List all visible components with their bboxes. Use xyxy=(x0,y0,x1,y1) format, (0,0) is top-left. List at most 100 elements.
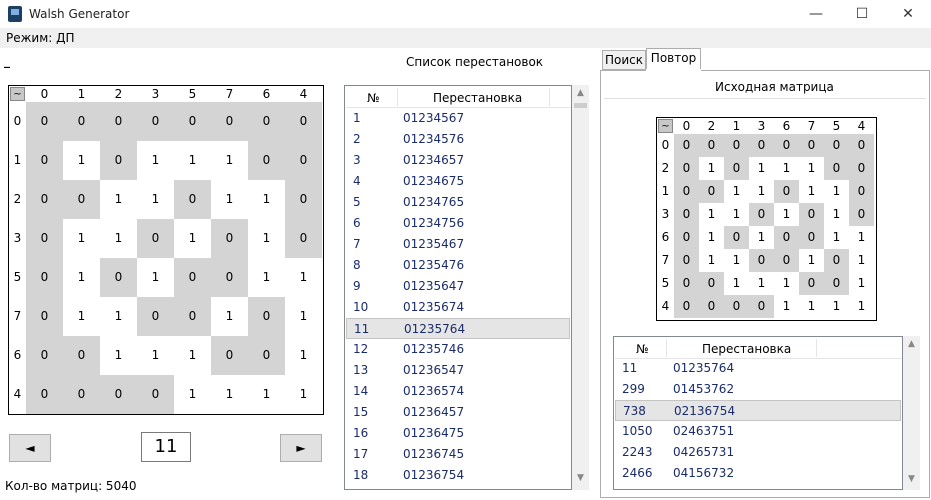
prev-button[interactable]: ◄ xyxy=(9,434,51,462)
list-item[interactable]: 16 01236475 xyxy=(346,423,570,444)
column-header: 2 xyxy=(699,118,724,134)
matrix-cell: 0 xyxy=(749,134,774,157)
list-item-number: 6 xyxy=(353,216,361,230)
list-item-number: 17 xyxy=(353,447,369,461)
matrix-cell: 1 xyxy=(724,203,749,226)
matrix-cell: 0 xyxy=(774,180,799,203)
column-header: 3 xyxy=(137,86,174,102)
matrix-cell: 1 xyxy=(749,272,774,295)
permutation-list[interactable]: № Перестановка 1 01234567 2 01234576 3 012346… xyxy=(344,85,572,490)
matrix-cell: 1 xyxy=(824,226,849,249)
row-header: 3 xyxy=(9,219,26,258)
column-header-permutation[interactable]: Перестановка xyxy=(702,342,791,356)
list-item[interactable]: 15 01236457 xyxy=(346,402,570,423)
matrix-cell: 1 xyxy=(137,141,174,180)
list-item-permutation: 01234657 xyxy=(403,153,465,167)
list-item-number: 12 xyxy=(353,342,369,356)
list-item[interactable]: 8 01235476 xyxy=(346,255,570,276)
scroll-up-icon[interactable]: ▲ xyxy=(903,339,920,349)
matrix-cell: 1 xyxy=(211,141,248,180)
list-item-number: 16 xyxy=(353,426,369,440)
row-header: 7 xyxy=(9,297,26,336)
list-item[interactable]: 1 01234567 xyxy=(346,108,570,129)
matrix-cell: 0 xyxy=(248,297,285,336)
list-item[interactable]: 738 02136754 xyxy=(615,400,901,421)
list-item[interactable]: 18 01236754 xyxy=(346,465,570,486)
list-item[interactable]: 6 01234756 xyxy=(346,213,570,234)
list-item[interactable]: 7 01235467 xyxy=(346,234,570,255)
source-matrix: ~0 2 1 3 6 7 5 4 0 2 1 3 6 7 5 4 0 0 0 0 0 0 0 0 0 1 0 1 1 1 0 0 0 0 1 1 0 1 1… xyxy=(656,117,877,321)
matrix-cell: 1 xyxy=(285,375,322,414)
list-item[interactable]: 4 01234675 xyxy=(346,171,570,192)
matrix-cell: 0 xyxy=(774,226,799,249)
matrix-cell: 0 xyxy=(26,375,63,414)
header-separator xyxy=(549,88,550,106)
list-item[interactable]: 13 01236547 xyxy=(346,360,570,381)
list-item[interactable]: 3 01234657 xyxy=(346,150,570,171)
list-item[interactable]: 11 01235764 xyxy=(615,358,901,379)
matrix-cell: 0 xyxy=(674,249,699,272)
matrix-cell: 1 xyxy=(174,336,211,375)
list-item-number: 2466 xyxy=(622,466,653,480)
repeat-list[interactable]: № Перестановка 11 01235764 299 01453762 738 0… xyxy=(613,336,903,490)
list-item-number: 7 xyxy=(353,237,361,251)
column-header-number[interactable]: № xyxy=(367,91,379,105)
status-indicator: _ xyxy=(4,54,10,68)
list-item[interactable]: 12 01235746 xyxy=(346,339,570,360)
column-header-permutation[interactable]: Перестановка xyxy=(433,91,522,105)
matrix-cell: 1 xyxy=(174,219,211,258)
matrix-cell: 1 xyxy=(849,295,874,318)
matrix-cell: 0 xyxy=(285,219,322,258)
matrix-cell: 0 xyxy=(285,141,322,180)
list-item[interactable]: 2 01234576 xyxy=(346,129,570,150)
matrix-cell: 0 xyxy=(849,134,874,157)
row-header: 3 xyxy=(657,203,674,226)
scroll-down-icon[interactable]: ▼ xyxy=(572,473,589,483)
matrix-cell: 0 xyxy=(285,180,322,219)
tab-repeat[interactable]: Повтор xyxy=(646,48,701,71)
column-header: 6 xyxy=(774,118,799,134)
minimize-button[interactable]: — xyxy=(793,0,839,28)
list-item-number: 10 xyxy=(353,300,369,314)
list-item[interactable]: 14 01236574 xyxy=(346,381,570,402)
list-item[interactable]: 17 01236745 xyxy=(346,444,570,465)
mode-menu[interactable]: Режим: ДП xyxy=(6,31,75,45)
row-header: 5 xyxy=(657,272,674,295)
scroll-down-icon[interactable]: ▼ xyxy=(903,474,920,484)
matrix-cell: 0 xyxy=(174,180,211,219)
matrix-cell: 1 xyxy=(749,180,774,203)
matrix-cell: 0 xyxy=(174,102,211,141)
row-header: 4 xyxy=(9,375,26,414)
repeat-list-scrollbar[interactable]: ▲ ▼ xyxy=(903,336,920,490)
matrix-cell: 1 xyxy=(724,272,749,295)
matrix-number-field[interactable]: 11 xyxy=(141,432,191,462)
list-item[interactable]: 9 01235647 xyxy=(346,276,570,297)
scroll-up-icon[interactable]: ▲ xyxy=(572,88,589,98)
list-item[interactable]: 10 01235674 xyxy=(346,297,570,318)
matrix-cell: 1 xyxy=(849,226,874,249)
list-item[interactable]: 11 01235764 xyxy=(346,318,570,339)
column-header: 5 xyxy=(824,118,849,134)
list-item-number: 15 xyxy=(353,405,369,419)
list-item[interactable]: 299 01453762 xyxy=(615,379,901,400)
maximize-button[interactable]: ☐ xyxy=(839,0,885,28)
matrix-cell: 1 xyxy=(248,375,285,414)
column-header: 0 xyxy=(26,86,63,102)
matrix-cell: 1 xyxy=(849,249,874,272)
list-item[interactable]: 1050 02463751 xyxy=(615,421,901,442)
list-item[interactable]: 2243 04265731 xyxy=(615,442,901,463)
list-item-number: 3 xyxy=(353,153,361,167)
matrix-cell: 1 xyxy=(824,180,849,203)
next-button[interactable]: ► xyxy=(280,434,322,462)
tab-search[interactable]: Поиск xyxy=(602,50,646,70)
list-item-permutation: 01236574 xyxy=(403,384,465,398)
close-button[interactable]: ✕ xyxy=(885,0,931,28)
list-item-permutation: 02463751 xyxy=(673,424,735,438)
scroll-thumb[interactable] xyxy=(574,103,587,108)
active-tab-joiner xyxy=(646,69,701,72)
matrix-cell: 1 xyxy=(63,219,100,258)
list-item[interactable]: 5 01234765 xyxy=(346,192,570,213)
list-item[interactable]: 2466 04156732 xyxy=(615,463,901,484)
column-header-number[interactable]: № xyxy=(636,342,648,356)
permutation-list-scrollbar[interactable]: ▲ ▼ xyxy=(572,85,589,490)
